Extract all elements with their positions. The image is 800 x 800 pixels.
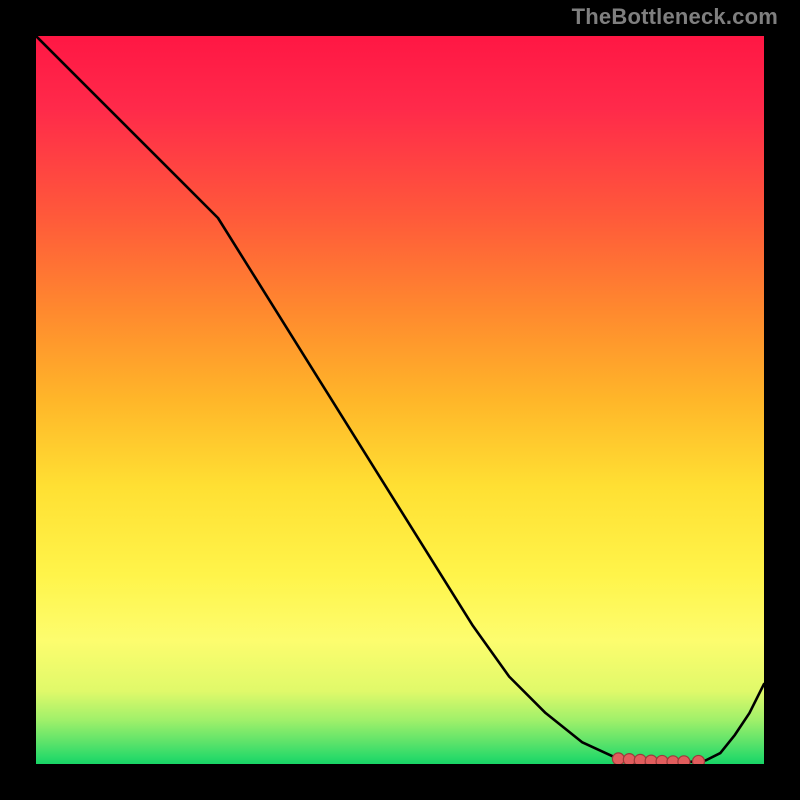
marker-point [623, 754, 635, 764]
bottleneck-curve [36, 36, 764, 762]
chart-svg [36, 36, 764, 764]
marker-point [612, 753, 624, 764]
marker-point [634, 754, 646, 764]
marker-point [656, 755, 668, 764]
plot-area [36, 36, 764, 764]
marker-point [645, 755, 657, 764]
marker-point [692, 755, 704, 764]
watermark-text: TheBottleneck.com [572, 4, 778, 30]
marker-point [667, 756, 679, 764]
marker-point [678, 756, 690, 764]
chart-wrapper: TheBottleneck.com [0, 0, 800, 800]
